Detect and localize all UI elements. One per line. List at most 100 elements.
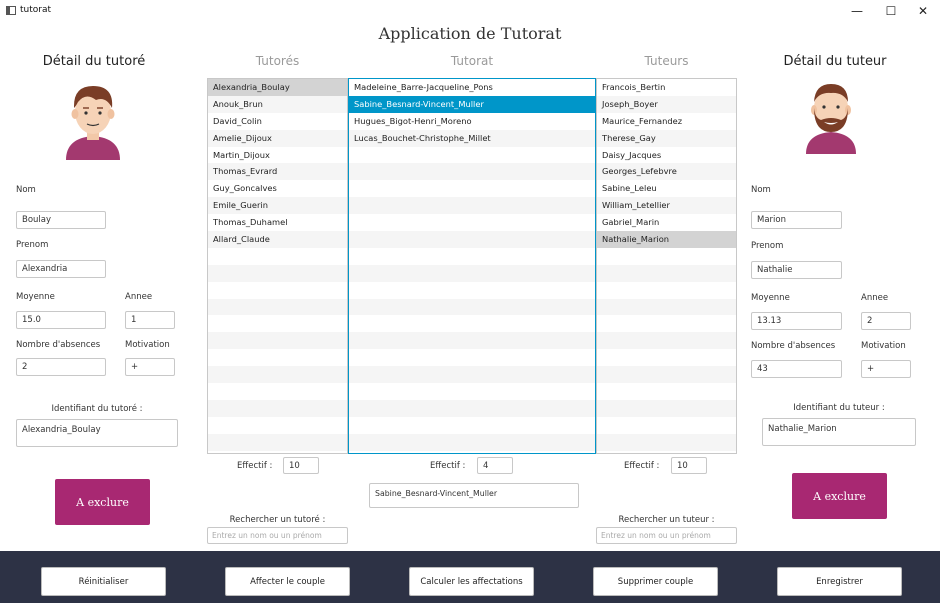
list-item[interactable]: Joseph_Boyer xyxy=(597,95,736,113)
empty-list-row xyxy=(597,315,736,332)
tuteur-nom-field[interactable]: Marion xyxy=(751,211,842,229)
empty-list-row xyxy=(208,282,347,299)
list-item[interactable]: Martin_Dijoux xyxy=(208,147,347,164)
maximize-icon[interactable]: ☐ xyxy=(876,2,906,20)
empty-list-row xyxy=(349,231,595,248)
empty-list-row xyxy=(349,214,595,231)
empty-list-row xyxy=(208,315,347,332)
empty-list-row xyxy=(208,399,347,417)
tuteurs-effectif-field: 10 xyxy=(671,457,707,474)
tutore-prenom-label: Prenom xyxy=(16,240,49,250)
empty-list-row xyxy=(597,332,736,350)
tuteur-motivation-label: Motivation xyxy=(861,341,906,351)
list-item[interactable]: Guy_Goncalves xyxy=(208,180,347,197)
empty-list-row xyxy=(208,366,347,384)
empty-list-row xyxy=(597,383,736,400)
empty-list-row xyxy=(349,298,595,316)
list-item[interactable]: Hugues_Bigot-Henri_Moreno xyxy=(349,113,595,130)
tuteur-id-field[interactable]: Nathalie_Marion xyxy=(762,418,916,446)
list-item[interactable]: Emile_Guerin xyxy=(208,197,347,215)
tuteur-absences-field[interactable]: 43 xyxy=(751,360,842,378)
tutore-absences-field[interactable]: 2 xyxy=(16,358,106,376)
list-item[interactable]: Nathalie_Marion xyxy=(597,231,736,248)
list-item[interactable]: Daisy_Jacques xyxy=(597,147,736,164)
list-item[interactable]: Amelie_Dijoux xyxy=(208,129,347,147)
empty-list-row xyxy=(208,298,347,316)
empty-list-row xyxy=(349,180,595,197)
tuteurs-list[interactable]: Francois_Bertin Joseph_Boyer Maurice_Ferna… xyxy=(596,78,737,454)
empty-list-row xyxy=(208,264,347,282)
delete-couple-button[interactable]: Supprimer couple xyxy=(593,567,718,596)
list-item[interactable]: Sabine_Besnard-Vincent_Muller xyxy=(349,95,595,113)
tutore-motivation-label: Motivation xyxy=(125,340,170,350)
list-item[interactable]: Alexandria_Boulay xyxy=(208,79,347,96)
list-item[interactable]: Therese_Gay xyxy=(597,129,736,147)
list-item[interactable]: Georges_Lefebvre xyxy=(597,163,736,181)
tutore-exclude-button[interactable]: A exclure xyxy=(55,479,150,525)
tuteur-prenom-label: Prenom xyxy=(751,241,784,251)
window-titlebar: tutorat — ☐ ✕ xyxy=(0,0,940,22)
list-item[interactable]: Thomas_Evrard xyxy=(208,163,347,181)
empty-list-row xyxy=(208,332,347,350)
empty-list-row xyxy=(349,417,595,434)
tutore-motivation-field[interactable]: + xyxy=(125,358,175,376)
list-item[interactable]: Gabriel_Marin xyxy=(597,214,736,231)
save-button[interactable]: Enregistrer xyxy=(777,567,902,596)
list-item[interactable]: William_Letellier xyxy=(597,197,736,215)
tutore-id-field[interactable]: Alexandria_Boulay xyxy=(16,419,178,447)
tuteur-avatar-icon xyxy=(806,84,856,154)
minimize-icon[interactable]: — xyxy=(842,2,872,20)
tuteurs-search-label: Rechercher un tuteur : xyxy=(618,515,715,525)
assign-couple-button[interactable]: Affecter le couple xyxy=(225,567,350,596)
tuteur-exclude-button[interactable]: A exclure xyxy=(792,473,887,519)
tuteurs-search-input[interactable]: Entrez un nom ou un prénom xyxy=(596,527,737,544)
empty-list-row xyxy=(349,366,595,384)
empty-list-row xyxy=(208,383,347,400)
tutore-moyenne-label: Moyenne xyxy=(16,292,55,302)
empty-list-row xyxy=(597,298,736,316)
empty-list-row xyxy=(349,248,595,265)
empty-list-row xyxy=(597,248,736,265)
tutores-search-input[interactable]: Entrez un nom ou un prénom xyxy=(207,527,348,544)
list-item[interactable]: Sabine_Leleu xyxy=(597,180,736,197)
list-item[interactable]: Madeleine_Barre-Jacqueline_Pons xyxy=(349,79,595,96)
tuteur-annee-field[interactable]: 2 xyxy=(861,312,911,330)
list-item[interactable]: Allard_Claude xyxy=(208,231,347,248)
tutore-moyenne-field[interactable]: 15.0 xyxy=(16,311,106,329)
window-title: tutorat xyxy=(20,5,52,15)
tutore-detail-header: Détail du tutoré xyxy=(42,54,146,69)
empty-list-row xyxy=(597,417,736,434)
tutore-nom-field[interactable]: Boulay xyxy=(16,211,106,229)
tuteur-moyenne-field[interactable]: 13.13 xyxy=(751,312,842,330)
tuteur-detail-header: Détail du tuteur xyxy=(783,54,887,69)
tutores-list[interactable]: Alexandria_Boulay Anouk_Brun David_Colin Am… xyxy=(207,78,348,454)
empty-list-row xyxy=(208,248,347,265)
compute-assignments-button[interactable]: Calculer les affectations xyxy=(409,567,534,596)
tutore-nom-label: Nom xyxy=(16,185,36,195)
tutores-search-label: Rechercher un tutoré : xyxy=(229,515,326,525)
tutorat-list[interactable]: Madeleine_Barre-Jacqueline_Pons Sabine_Be… xyxy=(348,78,596,454)
tutore-annee-label: Annee xyxy=(125,292,153,302)
list-item[interactable]: David_Colin xyxy=(208,113,347,130)
list-item[interactable]: Maurice_Fernandez xyxy=(597,113,736,130)
list-item[interactable]: Francois_Bertin xyxy=(597,79,736,96)
list-item[interactable]: Thomas_Duhamel xyxy=(208,214,347,231)
tutores-effectif-field: 10 xyxy=(283,457,319,474)
tuteur-prenom-field[interactable]: Nathalie xyxy=(751,261,842,279)
empty-list-row xyxy=(349,433,595,451)
list-item[interactable]: Lucas_Bouchet-Christophe_Millet xyxy=(349,129,595,147)
tuteur-annee-label: Annee xyxy=(861,293,889,303)
reset-button[interactable]: Réinitialiser xyxy=(41,567,166,596)
list-item[interactable]: Anouk_Brun xyxy=(208,95,347,113)
tutore-annee-field[interactable]: 1 xyxy=(125,311,175,329)
tutore-absences-label: Nombre d'absences xyxy=(16,340,101,350)
tuteur-motivation-field[interactable]: + xyxy=(861,360,911,378)
tutorat-selected-field[interactable]: Sabine_Besnard-Vincent_Muller xyxy=(369,483,579,508)
tuteur-nom-label: Nom xyxy=(751,185,771,195)
tutore-prenom-field[interactable]: Alexandria xyxy=(16,260,106,278)
app-icon xyxy=(6,6,16,15)
empty-list-row xyxy=(349,383,595,400)
tutores-header: Tutorés xyxy=(255,54,300,68)
close-icon[interactable]: ✕ xyxy=(908,2,938,20)
tutorat-effectif-label: Effectif : xyxy=(430,461,466,471)
